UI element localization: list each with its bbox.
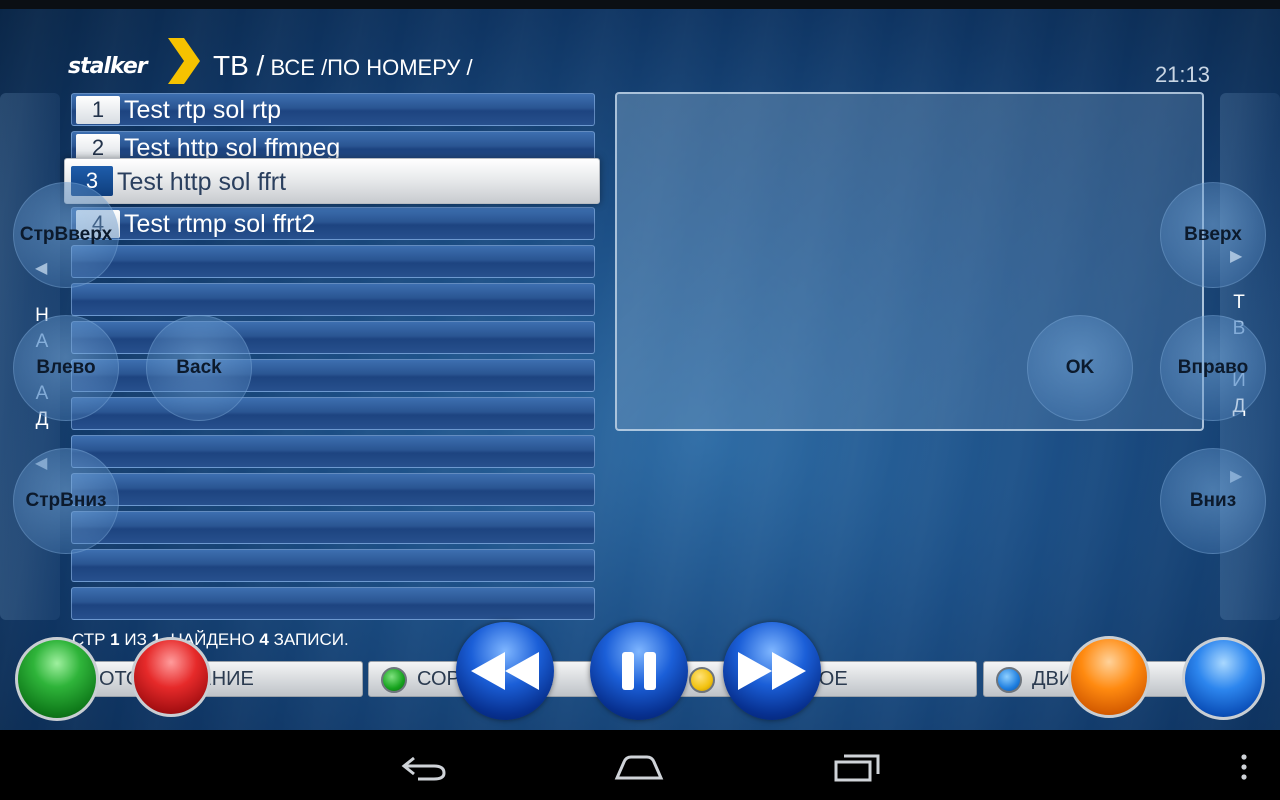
side-letter: Т bbox=[1233, 292, 1245, 313]
page-up-button[interactable]: СтрВверх bbox=[13, 182, 119, 288]
display-button[interactable]: ОТОБРАЖЕНИЕ bbox=[70, 661, 363, 697]
empty-row[interactable] bbox=[71, 435, 595, 468]
left-button[interactable]: Влево bbox=[13, 315, 119, 421]
back-button[interactable]: Back bbox=[146, 315, 252, 421]
clock: 21:13 bbox=[1154, 62, 1210, 87]
page-down-label: СтрВниз bbox=[25, 490, 107, 511]
back-label: Back bbox=[176, 357, 222, 378]
page-up-label: СтрВверх bbox=[19, 224, 113, 245]
ok-label: OK bbox=[1065, 357, 1095, 378]
blue-dot-icon bbox=[996, 667, 1022, 693]
left-label: Влево bbox=[36, 357, 96, 378]
status-strip bbox=[0, 0, 1280, 9]
favorites-button[interactable]: ИЗБРАННОЕ bbox=[676, 661, 977, 697]
empty-row[interactable] bbox=[71, 511, 595, 544]
empty-row[interactable] bbox=[71, 549, 595, 582]
channel-title: Test http sol ffrt bbox=[117, 168, 287, 196]
status-page: 1 bbox=[110, 630, 120, 649]
home-icon[interactable] bbox=[614, 752, 664, 782]
breadcrumb-sub: ВСЕ /ПО НОМЕРУ / bbox=[264, 55, 473, 80]
green-key-button[interactable] bbox=[15, 637, 99, 721]
pause-icon bbox=[622, 652, 656, 690]
rewind-button[interactable] bbox=[456, 622, 554, 720]
status-text: ЗАПИСИ. bbox=[268, 630, 349, 649]
back-icon[interactable] bbox=[400, 752, 448, 782]
breadcrumb-main: ТВ / bbox=[213, 50, 265, 81]
recent-apps-icon[interactable] bbox=[834, 752, 882, 782]
empty-row[interactable] bbox=[71, 245, 595, 278]
empty-row[interactable] bbox=[71, 283, 595, 316]
red-key-button[interactable] bbox=[131, 637, 211, 717]
channel-row-selected[interactable]: 3 Test http sol ffrt bbox=[64, 158, 600, 204]
empty-row[interactable] bbox=[71, 587, 595, 620]
rewind-icon bbox=[471, 652, 539, 690]
status-found: 4 bbox=[259, 630, 269, 649]
channel-row[interactable]: 4 Test rtmp sol ffrt2 bbox=[71, 207, 595, 240]
logo-chevron-icon bbox=[168, 38, 200, 84]
channel-title: Test rtp sol rtp bbox=[124, 96, 281, 124]
channel-row[interactable]: 1 Test rtp sol rtp bbox=[71, 93, 595, 126]
arrow-right-icon: ▶ bbox=[1230, 248, 1243, 265]
blue-key-button[interactable] bbox=[1182, 637, 1265, 720]
fast-forward-button[interactable] bbox=[723, 622, 821, 720]
pause-button[interactable] bbox=[590, 622, 688, 720]
arrow-left-icon: ◀ bbox=[35, 260, 48, 277]
page-down-button[interactable]: СтрВниз bbox=[13, 448, 119, 554]
stalker-tv-screen: stalker ТВ / ВСЕ /ПО НОМЕРУ / 21:13 1 Te… bbox=[0, 0, 1280, 730]
down-label: Вниз bbox=[1189, 490, 1237, 511]
channel-number: 1 bbox=[76, 96, 120, 124]
up-label: Вверх bbox=[1184, 224, 1242, 245]
ok-button[interactable]: OK bbox=[1027, 315, 1133, 421]
up-button[interactable]: Вверх bbox=[1160, 182, 1266, 288]
breadcrumb: ТВ / ВСЕ /ПО НОМЕРУ / bbox=[213, 50, 473, 82]
right-button[interactable]: Вправо bbox=[1160, 315, 1266, 421]
overflow-menu-icon[interactable] bbox=[1238, 752, 1250, 782]
empty-row[interactable] bbox=[71, 397, 595, 430]
yellow-dot-icon bbox=[689, 667, 715, 693]
empty-row[interactable] bbox=[71, 473, 595, 506]
channel-title: Test rtmp sol ffrt2 bbox=[124, 210, 316, 238]
status-line: СТР 1 ИЗ 1, НАЙДЕНО 4 ЗАПИСИ. bbox=[72, 630, 349, 650]
green-dot-icon bbox=[381, 667, 407, 693]
orange-key-button[interactable] bbox=[1068, 636, 1150, 718]
down-button[interactable]: Вниз bbox=[1160, 448, 1266, 554]
stalker-logo: stalker bbox=[68, 38, 203, 84]
right-label: Вправо bbox=[1177, 357, 1249, 378]
logo-text: stalker bbox=[68, 54, 148, 79]
fast-forward-icon bbox=[738, 652, 806, 690]
android-nav-bar bbox=[0, 730, 1280, 800]
